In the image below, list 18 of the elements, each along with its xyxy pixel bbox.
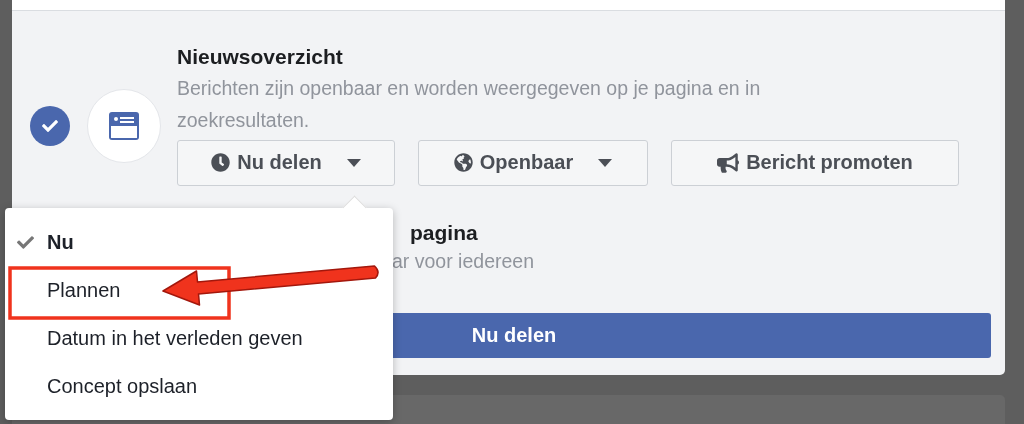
check-icon bbox=[17, 233, 34, 251]
section-description: ar voor iedereen bbox=[392, 248, 535, 274]
dropdown-button[interactable]: Nu delen bbox=[177, 139, 395, 186]
dropdown-button[interactable]: Openbaar bbox=[418, 139, 648, 186]
section-description: Berichten zijn openbaar en worden weergegeven op je pagina en in zoekresultaten. bbox=[177, 75, 762, 133]
menu-item[interactable]: Nu bbox=[5, 218, 393, 266]
caret-icon bbox=[346, 158, 361, 167]
megaphone-icon bbox=[717, 151, 740, 174]
promote-button[interactable]: Bericht promoten bbox=[671, 139, 959, 186]
caret-icon bbox=[598, 158, 613, 167]
clock-icon bbox=[211, 153, 231, 173]
menu-item[interactable]: Plannen bbox=[5, 266, 393, 314]
menu-item[interactable]: Concept opslaan bbox=[5, 362, 393, 410]
section-title: Nieuwsoverzicht bbox=[177, 43, 344, 70]
globe-icon bbox=[453, 153, 473, 173]
check-icon bbox=[42, 117, 58, 134]
checkbox[interactable] bbox=[30, 105, 70, 146]
section-title: pagina bbox=[410, 219, 479, 246]
